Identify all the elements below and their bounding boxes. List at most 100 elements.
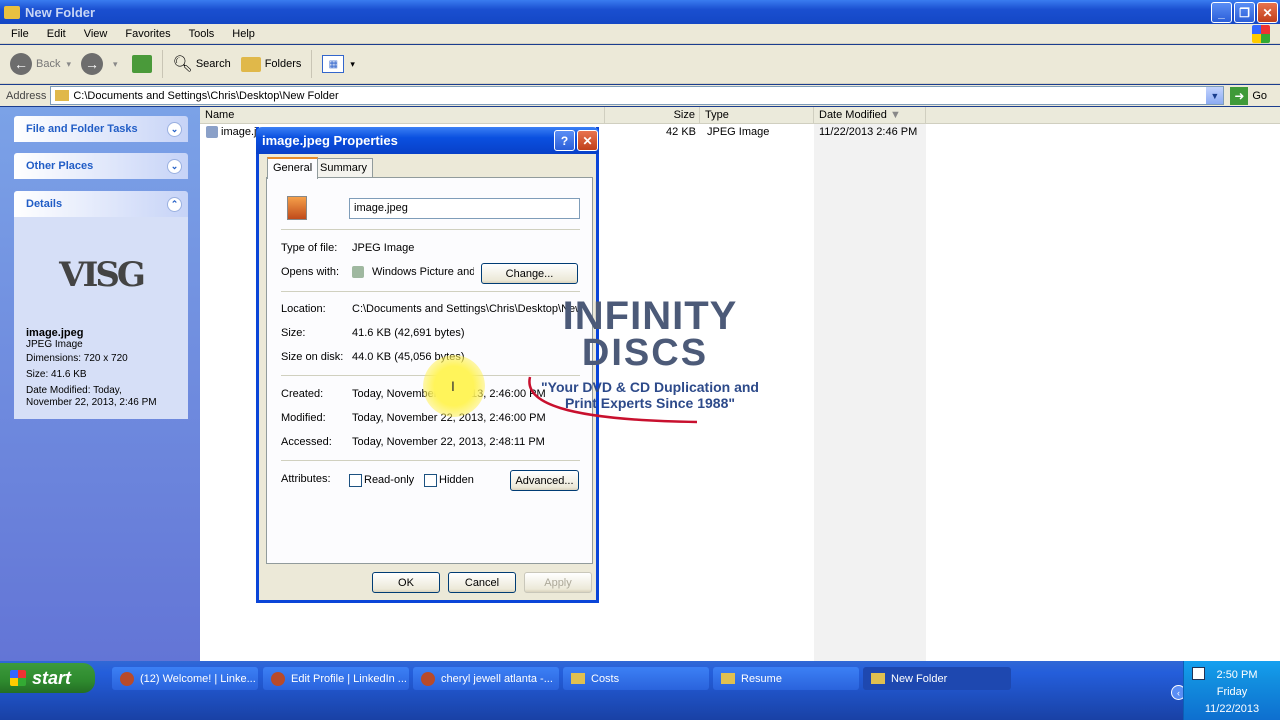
watermark-line2: DISCS bbox=[581, 332, 709, 374]
close-button[interactable]: ✕ bbox=[1257, 2, 1278, 23]
menu-tools[interactable]: Tools bbox=[178, 28, 222, 40]
go-arrow-icon: ➜ bbox=[1230, 86, 1249, 105]
details-header[interactable]: Details ⌃ bbox=[14, 191, 188, 217]
menu-file[interactable]: File bbox=[0, 28, 36, 40]
menu-edit[interactable]: Edit bbox=[36, 28, 73, 40]
accessed-value: Today, November 22, 2013, 2:48:11 PM bbox=[352, 436, 545, 448]
minimize-button[interactable]: _ bbox=[1211, 2, 1232, 23]
details-date-label: Date Modified: Today, bbox=[26, 385, 122, 396]
image-thumbnail: VISG bbox=[59, 255, 146, 295]
taskbar-item-active[interactable]: New Folder bbox=[863, 667, 1011, 690]
dialog-close-button[interactable]: ✕ bbox=[577, 130, 598, 151]
details-size: Size: 41.6 KB bbox=[26, 369, 87, 380]
apply-button[interactable]: Apply bbox=[524, 572, 592, 593]
details-dimensions: Dimensions: 720 x 720 bbox=[26, 353, 128, 364]
taskbar-item[interactable]: Resume bbox=[713, 667, 859, 690]
back-button[interactable]: ← Back ▾ bbox=[10, 53, 71, 75]
ok-button[interactable]: OK bbox=[372, 572, 440, 593]
toolbar-separator bbox=[161, 50, 163, 78]
search-button[interactable]: 🔍︎ Search bbox=[173, 54, 231, 74]
help-button[interactable]: ? bbox=[554, 130, 575, 151]
file-folder-tasks-header[interactable]: File and Folder Tasks ⌄ bbox=[14, 116, 188, 142]
search-label: Search bbox=[195, 58, 231, 70]
column-header-row: Name Size Type Date Modified ▼ bbox=[200, 107, 1280, 124]
address-bar: Address C:\Documents and Settings\Chris\… bbox=[0, 85, 1280, 106]
go-label: Go bbox=[1252, 89, 1268, 102]
type-label: Type of file: bbox=[281, 242, 338, 254]
menu-view[interactable]: View bbox=[73, 28, 115, 40]
taskbar-item[interactable]: (12) Welcome! | Linke... bbox=[112, 667, 258, 690]
column-size[interactable]: Size bbox=[605, 107, 700, 124]
hidden-label[interactable]: Hidden bbox=[439, 474, 474, 486]
opens-value: Windows Picture and F bbox=[372, 266, 474, 278]
hidden-checkbox[interactable] bbox=[424, 474, 437, 487]
folders-label: Folders bbox=[264, 58, 302, 70]
watermark-tagline1: "Your DVD & CD Duplication and bbox=[541, 379, 759, 395]
column-date-label: Date Modified bbox=[819, 109, 887, 121]
watermark-tagline2: Print Experts Since 1988" bbox=[564, 395, 736, 411]
up-button[interactable] bbox=[128, 55, 152, 73]
taskbar-item[interactable]: cheryl jewell atlanta -... bbox=[413, 667, 559, 690]
forward-button[interactable]: → ▾ bbox=[81, 53, 118, 75]
address-label: Address bbox=[6, 89, 47, 102]
maximize-button[interactable]: ❐ bbox=[1234, 2, 1255, 23]
panel-title: Details bbox=[26, 198, 63, 210]
dropdown-arrow-icon[interactable]: ▾ bbox=[350, 59, 355, 70]
watermark-logo: INFINITY DISCS "Your DVD & CD Duplicatio… bbox=[530, 294, 770, 411]
views-icon: ▦ bbox=[322, 55, 345, 73]
toolbar-separator bbox=[311, 50, 313, 78]
readonly-checkbox[interactable] bbox=[349, 474, 362, 487]
chevron-down-icon[interactable]: ⌄ bbox=[167, 121, 182, 137]
panel-title: Other Places bbox=[26, 160, 94, 172]
dropdown-arrow-icon[interactable]: ▾ bbox=[66, 59, 71, 70]
menu-help[interactable]: Help bbox=[221, 28, 262, 40]
clock-date: 11/22/2013 bbox=[1204, 703, 1260, 715]
taskbar-item[interactable]: Edit Profile | LinkedIn ... bbox=[263, 667, 409, 690]
chevron-down-icon[interactable]: ⌄ bbox=[167, 158, 182, 174]
address-input[interactable]: C:\Documents and Settings\Chris\Desktop\… bbox=[50, 86, 1225, 105]
file-date: 11/22/2013 2:46 PM bbox=[819, 126, 918, 138]
cancel-button[interactable]: Cancel bbox=[448, 572, 516, 593]
views-button[interactable]: ▦ ▾ bbox=[322, 55, 355, 73]
file-type: JPEG Image bbox=[707, 126, 770, 138]
modified-label: Modified: bbox=[281, 412, 326, 424]
tab-general[interactable]: General bbox=[267, 157, 319, 179]
network-icon[interactable] bbox=[1192, 667, 1205, 680]
window-titlebar[interactable]: New Folder _ ❐ ✕ bbox=[0, 0, 1280, 24]
divider bbox=[281, 229, 580, 230]
menu-favorites[interactable]: Favorites bbox=[114, 28, 177, 40]
windows-logo-icon bbox=[1252, 25, 1270, 43]
other-places-header[interactable]: Other Places ⌄ bbox=[14, 153, 188, 179]
dropdown-arrow-icon[interactable]: ▾ bbox=[113, 59, 118, 70]
taskbar-item[interactable]: Costs bbox=[563, 667, 709, 690]
divider bbox=[281, 291, 580, 292]
folders-button[interactable]: Folders bbox=[240, 56, 302, 72]
folder-icon bbox=[871, 673, 885, 684]
jpeg-file-icon bbox=[287, 196, 307, 220]
watermark-line1: INFINITY bbox=[562, 294, 738, 338]
dialog-titlebar[interactable]: image.jpeg Properties ? ✕ bbox=[256, 127, 599, 154]
taskbar: start (12) Welcome! | Linke... Edit Prof… bbox=[0, 661, 1280, 720]
forward-arrow-icon: → bbox=[81, 53, 103, 75]
attributes-label: Attributes: bbox=[281, 473, 331, 485]
column-name[interactable]: Name bbox=[200, 107, 605, 124]
readonly-label[interactable]: Read-only bbox=[364, 474, 414, 486]
chevron-down-icon[interactable]: ▼ bbox=[1206, 87, 1224, 104]
tab-summary[interactable]: Summary bbox=[314, 158, 374, 178]
chevron-up-icon[interactable]: ⌃ bbox=[167, 196, 182, 212]
file-name-input[interactable]: image.jpeg bbox=[349, 198, 580, 219]
change-button[interactable]: Change... bbox=[481, 263, 578, 284]
start-button[interactable]: start bbox=[0, 663, 95, 693]
column-date-modified[interactable]: Date Modified ▼ bbox=[814, 107, 926, 124]
column-type[interactable]: Type bbox=[700, 107, 814, 124]
menu-bar: File Edit View Favorites Tools Help bbox=[0, 24, 1280, 44]
opens-label: Opens with: bbox=[281, 266, 340, 278]
advanced-button[interactable]: Advanced... bbox=[510, 470, 579, 491]
details-file-name: image.jpeg bbox=[26, 327, 84, 339]
text-cursor-icon: I bbox=[451, 378, 455, 394]
sort-down-icon: ▼ bbox=[889, 109, 901, 121]
go-button[interactable]: ➜ Go bbox=[1230, 86, 1268, 105]
folder-icon bbox=[571, 673, 585, 684]
picture-viewer-icon bbox=[352, 266, 364, 279]
details-panel: VISG image.jpeg JPEG Image Dimensions: 7… bbox=[14, 217, 188, 419]
